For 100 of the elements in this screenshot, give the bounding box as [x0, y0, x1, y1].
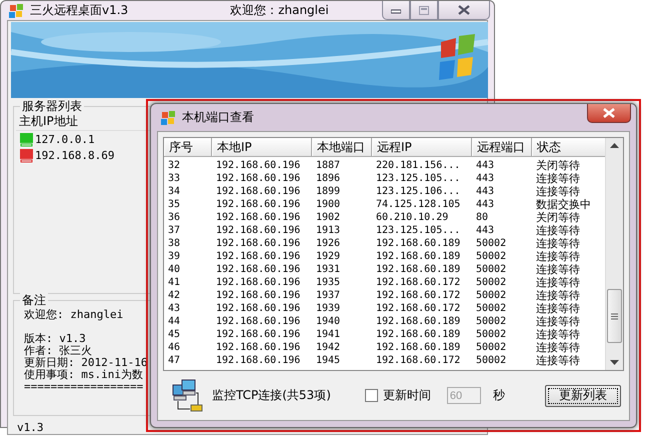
table-cell-text: 443: [475, 224, 496, 237]
table-cell-text: 1937: [315, 289, 342, 302]
table-cell-text: 关闭等待: [535, 211, 581, 224]
note-text: 使用事项: ms.ini为数: [24, 369, 143, 381]
table-cell-text: 46: [167, 341, 182, 354]
window-title: 三火远程桌面v1.3: [30, 2, 128, 19]
table-cell-text: 192.168.60.196: [215, 354, 302, 367]
table-cell-text: 192.168.60.172: [375, 289, 462, 302]
table-cell-text: 192.168.60.196: [215, 263, 302, 276]
note-text: ==================: [24, 381, 144, 393]
table-cell-text: 192.168.60.172: [375, 276, 462, 289]
table-cell-text: 1939: [315, 302, 342, 315]
table-cell-text: 443: [475, 159, 496, 172]
table-cell-text: 50002: [475, 250, 508, 263]
table-cell-text: 192.168.60.172: [375, 354, 462, 367]
table-cell-text: 1935: [315, 276, 342, 289]
table-cell-text: 1900: [315, 198, 342, 211]
table-cell-text: 1929: [315, 250, 342, 263]
table-cell-text: 33: [167, 172, 182, 185]
table-cell-text: 连接等待: [535, 315, 581, 328]
table-cell-text: 50002: [475, 237, 508, 250]
table-cell-text: 数据交换中: [535, 198, 592, 211]
table-cell-text: 关闭等待: [535, 159, 581, 172]
table-cell-text: 32: [167, 159, 182, 172]
ip-text: 127.0.0.1: [35, 133, 95, 146]
table-cell-text: 50002: [475, 289, 508, 302]
table-cell-text: 47: [167, 354, 182, 367]
table-cell-text: 连接等待: [535, 354, 581, 367]
table-cell-text: 38: [167, 237, 182, 250]
table-cell-text: 123.125.105...: [375, 224, 462, 237]
table-cell-text: 50002: [475, 315, 508, 328]
table-cell-text: 40: [167, 263, 182, 276]
table-cell-text: 42: [167, 289, 182, 302]
table-cell-text: 50002: [475, 354, 508, 367]
group-title: 备注: [20, 293, 48, 307]
table-cell-text: 192.168.60.189: [375, 250, 462, 263]
table-cell-text: 192.168.60.196: [215, 328, 302, 341]
table-cell-text: 192.168.60.196: [215, 211, 302, 224]
table-cell-text: 60.210.10.29: [375, 211, 450, 224]
table-cell-text: 连接等待: [535, 328, 581, 341]
table-cell-text: 1945: [315, 354, 342, 367]
table-cell-text: 1896: [315, 172, 342, 185]
table-cell-text: 连接等待: [535, 341, 581, 354]
table-cell-text: 192.168.60.196: [215, 341, 302, 354]
table-cell-text: 50002: [475, 276, 508, 289]
table-cell-text: 连接等待: [535, 302, 581, 315]
table-cell-text: 1931: [315, 263, 342, 276]
window-title: 本机端口查看: [182, 109, 254, 126]
table-cell-text: 1941: [315, 328, 342, 341]
group-title: 服务器列表: [20, 99, 84, 113]
table-cell-text: 192.168.60.196: [215, 198, 302, 211]
table-cell-text: 123.125.106...: [375, 185, 462, 198]
table-cell-text: 192.168.60.196: [215, 224, 302, 237]
table-cell-text: 连接等待: [535, 250, 581, 263]
table-cell-text: 连接等待: [535, 276, 581, 289]
table-cell-text: 连接等待: [535, 224, 581, 237]
note-text: 更新日期: 2012-11-16: [24, 357, 148, 369]
table-cell-text: 192.168.60.189: [375, 315, 462, 328]
table-cell-text: 192.168.60.189: [375, 341, 462, 354]
table-cell-text: 50002: [475, 341, 508, 354]
table-cell-text: 50002: [475, 263, 508, 276]
table-cell-text: 74.125.128.105: [375, 198, 462, 211]
table-cell-text: 192.168.60.196: [215, 172, 302, 185]
table-cell-text: 连接等待: [535, 185, 581, 198]
table-cell-text: 192.168.60.196: [215, 185, 302, 198]
table-cell-text: 192.168.60.196: [215, 315, 302, 328]
table-cell-text: 1942: [315, 341, 342, 354]
table-cell-text: 192.168.60.189: [375, 328, 462, 341]
unit-label: 秒: [492, 387, 505, 404]
table-cell-text: 1940: [315, 315, 342, 328]
table-cell-text: 45: [167, 328, 182, 341]
table-cell-text: 1913: [315, 224, 342, 237]
table-cell-text: 192.168.60.189: [375, 263, 462, 276]
table-cell-text: 443: [475, 172, 496, 185]
table-cell-text: 39: [167, 250, 182, 263]
table-cell-text: 123.125.105...: [375, 172, 462, 185]
table-cell-text: 192.168.60.196: [215, 250, 302, 263]
note-text: 作者: 张三火: [24, 345, 92, 357]
table-cell-text: 连接等待: [535, 172, 581, 185]
table-cell-text: 43: [167, 302, 182, 315]
status-text: v1.3: [16, 420, 44, 434]
monitor-label: 监控TCP连接(共53项): [212, 387, 331, 404]
table-cell-text: 连接等待: [535, 263, 581, 276]
table-cell-text: 192.168.60.196: [215, 159, 302, 172]
table-cell-text: 192.168.60.189: [375, 237, 462, 250]
table-cell-text: 44: [167, 315, 182, 328]
table-cell-text: 连接等待: [535, 237, 581, 250]
table-cell-text: 1899: [315, 185, 342, 198]
table-cell-text: 443: [475, 185, 496, 198]
table-cell-text: 连接等待: [535, 289, 581, 302]
table-cell-text: 50002: [475, 302, 508, 315]
table-cell-text: 443: [475, 198, 496, 211]
note-text: 版本: v1.3: [24, 333, 86, 345]
table-cell-text: 192.168.60.196: [215, 276, 302, 289]
table-cell-text: 35: [167, 198, 182, 211]
table-cell-text: 1887: [315, 159, 342, 172]
table-cell-text: 192.168.60.196: [215, 289, 302, 302]
table-cell-text: 80: [475, 211, 490, 224]
table-cell-text: 50002: [475, 328, 508, 341]
ip-text: 192.168.8.69: [35, 149, 114, 162]
